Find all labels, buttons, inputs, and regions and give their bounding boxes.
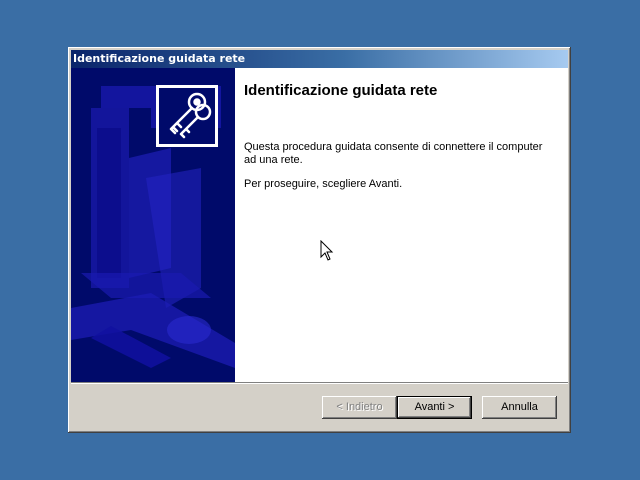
button-separator <box>71 382 568 384</box>
title-bar[interactable]: Identificazione guidata rete <box>71 50 568 68</box>
keys-icon <box>156 85 218 147</box>
cancel-button[interactable]: Annulla <box>482 396 557 419</box>
wizard-content: Identificazione guidata rete Questa proc… <box>71 68 568 382</box>
window-title: Identificazione guidata rete <box>73 52 246 65</box>
wizard-side-banner <box>71 68 235 382</box>
back-button[interactable]: < Indietro <box>322 396 397 419</box>
next-button[interactable]: Avanti > <box>397 396 472 419</box>
wizard-description: Questa procedura guidata consente di con… <box>244 141 543 166</box>
wizard-hint: Per proseguire, scegliere Avanti. <box>244 178 403 190</box>
wizard-heading: Identificazione guidata rete <box>244 82 438 99</box>
mouse-cursor-icon <box>320 240 334 261</box>
